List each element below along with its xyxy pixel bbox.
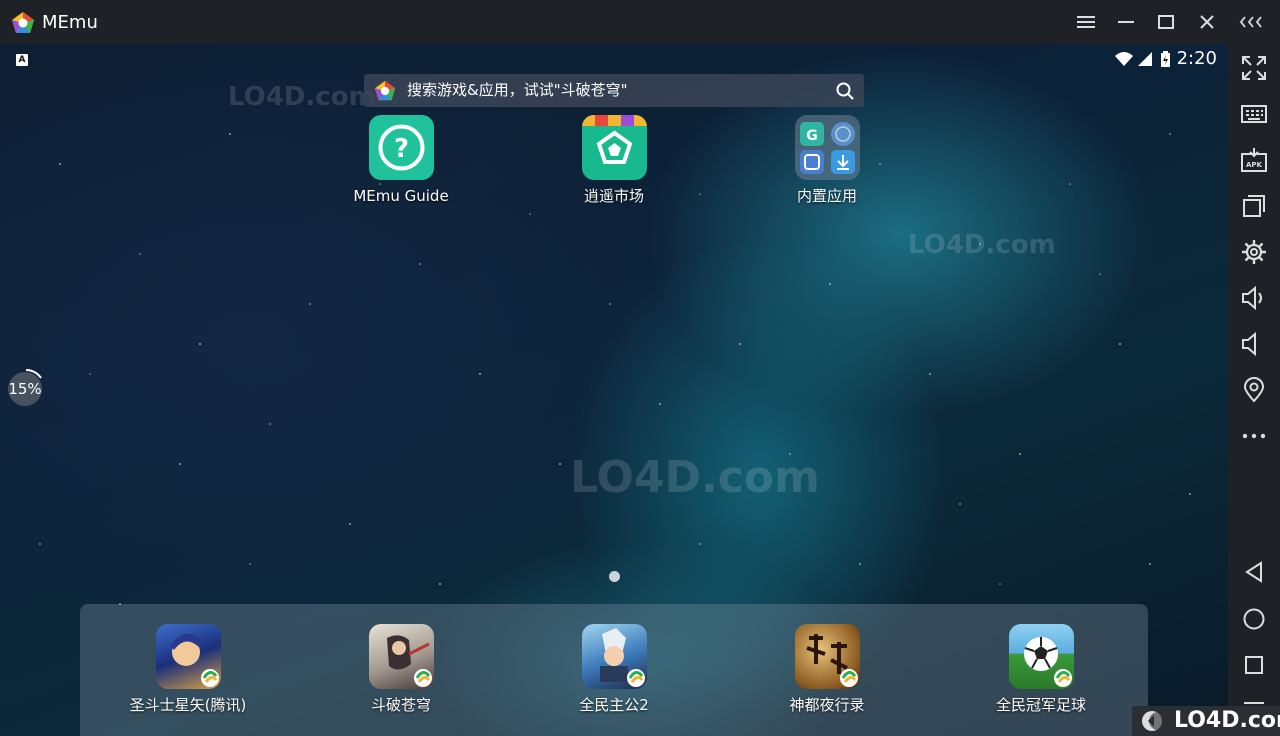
status-icons xyxy=(1115,51,1170,67)
triple-chevron-left-icon xyxy=(1239,16,1262,28)
collapse-sidebar-button[interactable] xyxy=(1236,7,1268,37)
volume-up-icon xyxy=(1242,286,1262,310)
lo4d-watermark-badge: LO4D.com xyxy=(1132,706,1280,736)
location-pin-icon xyxy=(1243,377,1265,403)
gear-icon xyxy=(1242,240,1266,264)
watermark-text: LO4D.com xyxy=(228,82,376,112)
dock-app-football[interactable]: 全民冠军足球 xyxy=(981,624,1101,715)
app-label: 全民主公2 xyxy=(579,696,649,714)
game-icon xyxy=(581,624,647,689)
app-label: 神都夜行录 xyxy=(789,696,865,714)
multi-window-button[interactable] xyxy=(1240,192,1268,220)
more-button[interactable] xyxy=(1240,422,1268,450)
dock-app-saint-seiya[interactable]: 圣斗士星矢(腾讯) xyxy=(128,624,248,715)
search-icon[interactable] xyxy=(835,81,855,101)
signal-icon xyxy=(1138,52,1152,66)
wifi-icon xyxy=(1115,52,1133,66)
install-apk-button[interactable]: APK xyxy=(1240,146,1268,174)
lo4d-watermark-text: LO4D.com xyxy=(1174,708,1280,733)
close-button[interactable] xyxy=(1191,7,1223,37)
svg-text:?: ? xyxy=(393,134,408,164)
app-memu-guide[interactable]: ? MEmu Guide xyxy=(341,115,461,206)
window-title: MEmu xyxy=(42,12,98,33)
settings-button[interactable] xyxy=(1240,238,1268,266)
hamburger-icon xyxy=(1077,16,1095,28)
app-folder-builtin[interactable]: G 内置应用 xyxy=(767,115,887,206)
dock-app-shendu[interactable]: 神都夜行录 xyxy=(767,624,887,715)
android-screen[interactable]: LO4D.com LO4D.com LO4D.com A 2:20 搜索游戏&应… xyxy=(0,44,1228,736)
home-circle-icon xyxy=(1243,608,1265,630)
app-label: 圣斗士星矢(腾讯) xyxy=(129,696,247,714)
back-triangle-icon xyxy=(1245,561,1262,583)
svg-text:G: G xyxy=(806,128,818,144)
volume-down-button[interactable] xyxy=(1240,330,1268,358)
market-icon xyxy=(581,115,647,180)
fullscreen-icon xyxy=(1242,56,1266,80)
maximize-button[interactable] xyxy=(1150,7,1182,37)
title-bar: MEmu xyxy=(0,0,1280,44)
fullscreen-button[interactable] xyxy=(1240,54,1268,82)
search-bar[interactable]: 搜索游戏&应用，试试"斗破苍穹" xyxy=(364,74,864,107)
app-label: 内置应用 xyxy=(796,187,857,205)
maximize-icon xyxy=(1158,15,1174,29)
app-label: 斗破苍穹 xyxy=(370,696,431,714)
memu-logo-icon xyxy=(374,80,396,101)
keyboard-icon xyxy=(1241,105,1267,123)
app-label: 全民冠军足球 xyxy=(995,696,1086,714)
android-status-bar: A 2:20 xyxy=(0,44,1228,74)
battery-charging-icon xyxy=(1161,51,1170,67)
search-placeholder: 搜索游戏&应用，试试"斗破苍穹" xyxy=(407,81,628,99)
multi-window-icon xyxy=(1243,195,1265,217)
minimize-button[interactable] xyxy=(1110,7,1142,37)
app-label: MEmu Guide xyxy=(353,187,449,205)
memu-logo-icon xyxy=(12,12,34,33)
game-icon xyxy=(368,624,434,689)
back-button[interactable] xyxy=(1240,558,1268,586)
location-button[interactable] xyxy=(1240,376,1268,404)
game-icon xyxy=(155,624,221,689)
lo4d-logo-icon xyxy=(1142,711,1167,731)
app-market[interactable]: 逍遥市场 xyxy=(554,115,674,206)
more-dots-icon xyxy=(1242,433,1266,439)
keyboard-mapping-button[interactable] xyxy=(1240,100,1268,128)
minimize-icon xyxy=(1118,21,1134,23)
watermark-text: LO4D.com xyxy=(908,230,1056,260)
watermark-text: LO4D.com xyxy=(570,452,820,503)
apk-icon: APK xyxy=(1241,148,1267,172)
recent-apps-button[interactable] xyxy=(1240,651,1268,679)
clock: 2:20 xyxy=(1176,48,1217,69)
home-button[interactable] xyxy=(1240,605,1268,633)
app-label: 逍遥市场 xyxy=(583,187,644,205)
volume-down-icon xyxy=(1242,332,1256,356)
folder-icon: G xyxy=(794,115,860,180)
dock-app-doupo[interactable]: 斗破苍穹 xyxy=(341,624,461,715)
volume-up-button[interactable] xyxy=(1240,284,1268,312)
game-icon xyxy=(794,624,860,689)
recent-square-icon xyxy=(1245,656,1263,674)
game-icon xyxy=(1008,624,1074,689)
page-indicator-dot xyxy=(609,571,620,582)
progress-ring xyxy=(25,368,42,379)
menu-button[interactable] xyxy=(1070,7,1102,37)
help-icon: ? xyxy=(368,115,434,180)
close-icon xyxy=(1200,15,1214,29)
svg-text:APK: APK xyxy=(1246,161,1263,169)
right-toolbar: APK xyxy=(1228,44,1280,736)
keyboard-indicator: A xyxy=(16,54,28,66)
dock-app-quanmin-zhugong[interactable]: 全民主公2 xyxy=(554,624,674,715)
